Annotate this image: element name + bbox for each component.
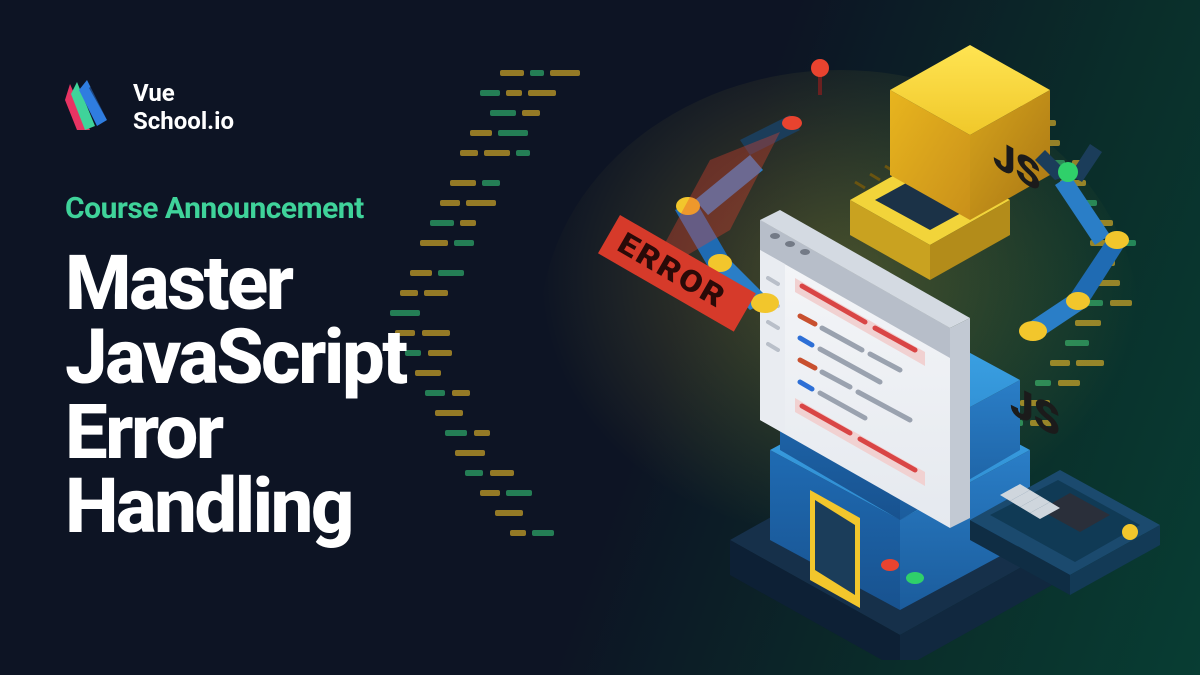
title-line3: Error: [65, 395, 406, 469]
brand-name-line1: Vue: [133, 80, 234, 108]
title-line2: JavaScript: [65, 320, 406, 394]
brand-logo: Vue School.io: [65, 80, 406, 136]
vueschool-logo-icon: [65, 80, 115, 136]
course-title: Master JavaScript Error Handling: [65, 246, 406, 544]
isometric-illustration: JS JS: [470, 20, 1170, 660]
brand-name: Vue School.io: [133, 80, 234, 135]
promo-text-block: Vue School.io Course Announcement Master…: [65, 80, 406, 544]
brand-name-line2: School.io: [133, 108, 234, 136]
title-line1: Master: [65, 246, 406, 320]
title-line4: Handling: [65, 469, 406, 543]
course-announcement-label: Course Announcement: [65, 191, 406, 226]
